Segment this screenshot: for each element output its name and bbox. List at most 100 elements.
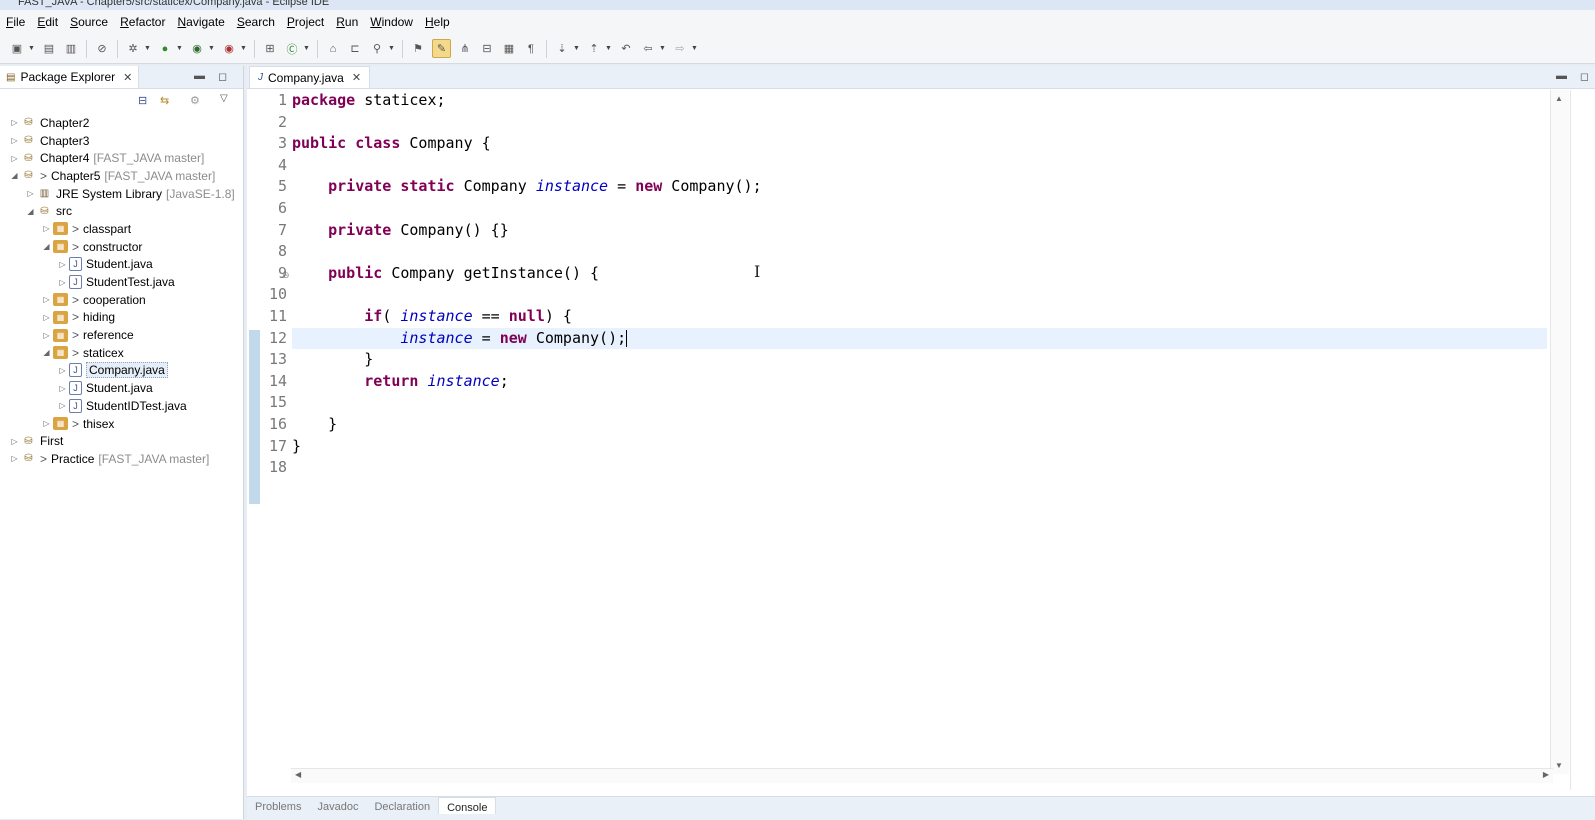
tree-item[interactable]: ◢ ▦ > staticex: [0, 344, 243, 362]
block-selection-icon[interactable]: ⊟: [479, 41, 495, 57]
editor-tab-company-java[interactable]: J Company.java ✕: [249, 66, 371, 88]
scroll-down-icon[interactable]: ▼: [1555, 761, 1563, 770]
new-dropdown-icon[interactable]: ▼: [28, 45, 35, 52]
tree-item[interactable]: ▷ ▦ > reference: [0, 326, 243, 344]
tree-item[interactable]: ▷ ▦ > classpart: [0, 220, 243, 238]
expanded-arrow-icon[interactable]: ◢: [26, 207, 35, 216]
menu-navigate[interactable]: Navigate: [171, 15, 230, 29]
tree-item[interactable]: ▷ ⛁ Chapter4 [FAST_JAVA master]: [0, 149, 243, 167]
open-folder-icon[interactable]: ⊏: [347, 41, 363, 57]
collapsed-arrow-icon[interactable]: ▷: [58, 260, 67, 269]
run-icon[interactable]: ●: [157, 41, 173, 57]
last-edit-icon[interactable]: ↶: [618, 41, 634, 57]
coverage-dropdown-icon[interactable]: ▼: [208, 45, 215, 52]
collapsed-arrow-icon[interactable]: ▷: [42, 295, 51, 304]
tree-item[interactable]: ▷ ▥ JRE System Library [JavaSE-1.8]: [0, 185, 243, 203]
code-line[interactable]: public Company getInstance() {: [292, 263, 1547, 285]
external-tools-dropdown-icon[interactable]: ▼: [240, 45, 247, 52]
tree-item[interactable]: ▷ ⛁ First: [0, 432, 243, 450]
collapsed-arrow-icon[interactable]: ▷: [58, 278, 67, 287]
previous-annotation-dropdown-icon[interactable]: ▼: [605, 45, 612, 52]
code-line[interactable]: package staticex;: [292, 90, 1547, 112]
menu-file[interactable]: File: [0, 15, 31, 29]
tab-problems[interactable]: Problems: [247, 797, 309, 813]
tab-declaration[interactable]: Declaration: [366, 797, 438, 813]
tree-item[interactable]: ▷ ▦ > cooperation: [0, 291, 243, 309]
package-explorer-tab[interactable]: ▤ Package Explorer ✕: [0, 66, 140, 88]
expanded-arrow-icon[interactable]: ◢: [42, 348, 51, 357]
menu-project[interactable]: Project: [281, 15, 330, 29]
tree-item[interactable]: ▷ J Student.java: [0, 379, 243, 397]
tab-console[interactable]: Console: [438, 797, 497, 814]
collapsed-arrow-icon[interactable]: ▷: [42, 224, 51, 233]
menu-window[interactable]: Window: [364, 15, 419, 29]
save-all-icon[interactable]: ▥: [63, 41, 79, 57]
show-whitespace-icon[interactable]: ▦: [501, 41, 517, 57]
collapsed-arrow-icon[interactable]: ▷: [26, 189, 35, 198]
collapsed-arrow-icon[interactable]: ▷: [42, 419, 51, 428]
new-icon[interactable]: ▣: [9, 41, 25, 57]
collapsed-arrow-icon[interactable]: ▷: [10, 154, 19, 163]
code-line[interactable]: [292, 198, 1547, 220]
next-annotation-dropdown-icon[interactable]: ▼: [573, 45, 580, 52]
mark-occurrences-icon[interactable]: ✎: [432, 39, 451, 58]
tree-item[interactable]: ▷ J StudentIDTest.java: [0, 397, 243, 415]
code-line[interactable]: [292, 241, 1547, 263]
forward-icon[interactable]: ⇨: [672, 41, 688, 57]
collapsed-arrow-icon[interactable]: ▷: [58, 366, 67, 375]
tree-item[interactable]: ▷ ⛁ Chapter3: [0, 132, 243, 150]
collapsed-arrow-icon[interactable]: ▷: [10, 437, 19, 446]
previous-annotation-icon[interactable]: ⇡: [586, 41, 602, 57]
search-dropdown-icon[interactable]: ▼: [388, 45, 395, 52]
save-icon[interactable]: ▤: [41, 41, 57, 57]
tree-item[interactable]: ▷ J Student.java: [0, 256, 243, 274]
tree-item[interactable]: ▷ ⛁ Chapter2: [0, 114, 243, 132]
code-line[interactable]: if( instance == null) {: [292, 306, 1547, 328]
code-line[interactable]: return instance;: [292, 371, 1547, 393]
new-class-icon[interactable]: Ⓒ: [284, 41, 300, 57]
maximize-icon[interactable]: ◻: [218, 70, 227, 83]
code-line[interactable]: private static Company instance = new Co…: [292, 176, 1547, 198]
back-dropdown-icon[interactable]: ▼: [659, 45, 666, 52]
code-line[interactable]: }: [292, 349, 1547, 371]
code-line[interactable]: instance = new Company();: [292, 327, 1547, 350]
tree-item[interactable]: ▷ J StudentTest.java: [0, 273, 243, 291]
tree-item[interactable]: ▷ ▦ > thisex: [0, 415, 243, 433]
close-icon[interactable]: ✕: [352, 71, 361, 84]
maximize-icon[interactable]: ◻: [1580, 70, 1589, 83]
minimize-icon[interactable]: ▬: [1556, 70, 1567, 82]
collapsed-arrow-icon[interactable]: ▷: [58, 401, 67, 410]
horizontal-scrollbar[interactable]: ◀ ▶: [291, 768, 1553, 783]
code-line[interactable]: }: [292, 436, 1547, 458]
collapsed-arrow-icon[interactable]: ▷: [10, 118, 19, 127]
code-line[interactable]: [292, 284, 1547, 306]
code-line[interactable]: }: [292, 414, 1547, 436]
code-line[interactable]: [292, 392, 1547, 414]
breadcrumb-icon[interactable]: ⋔: [457, 41, 473, 57]
code-line[interactable]: private Company() {}: [292, 220, 1547, 242]
tab-javadoc[interactable]: Javadoc: [309, 797, 366, 813]
new-class-dropdown-icon[interactable]: ▼: [303, 45, 310, 52]
tree-item[interactable]: ▷ ▦ > hiding: [0, 309, 243, 327]
code-line[interactable]: [292, 112, 1547, 134]
tree-item[interactable]: ▷ ⛁ > Practice [FAST_JAVA master]: [0, 450, 243, 468]
collapsed-arrow-icon[interactable]: ▷: [10, 454, 19, 463]
collapsed-arrow-icon[interactable]: ▷: [10, 136, 19, 145]
code-line[interactable]: [292, 155, 1547, 177]
tree-item[interactable]: ◢ ⛁ > Chapter5 [FAST_JAVA master]: [0, 167, 243, 185]
forward-dropdown-icon[interactable]: ▼: [691, 45, 698, 52]
skip-breakpoints-icon[interactable]: ⊘: [94, 41, 110, 57]
code-editor[interactable]: package staticex; public class Company { …: [292, 90, 1547, 479]
debug-dropdown-icon[interactable]: ▼: [144, 45, 151, 52]
scroll-up-icon[interactable]: ▲: [1555, 94, 1563, 103]
open-type-icon[interactable]: ⌂: [325, 41, 341, 57]
tree-item[interactable]: ◢ ▦ > constructor: [0, 238, 243, 256]
next-annotation-icon[interactable]: ⇣: [554, 41, 570, 57]
focus-icon[interactable]: ⚙: [190, 94, 200, 107]
run-dropdown-icon[interactable]: ▼: [176, 45, 183, 52]
collapsed-arrow-icon[interactable]: ▷: [42, 331, 51, 340]
vertical-scrollbar[interactable]: ▲ ▼: [1550, 90, 1569, 774]
collapse-all-icon[interactable]: ⊟: [138, 94, 147, 107]
view-menu-icon[interactable]: ▽: [220, 93, 228, 104]
minimize-icon[interactable]: ▬: [194, 70, 205, 82]
